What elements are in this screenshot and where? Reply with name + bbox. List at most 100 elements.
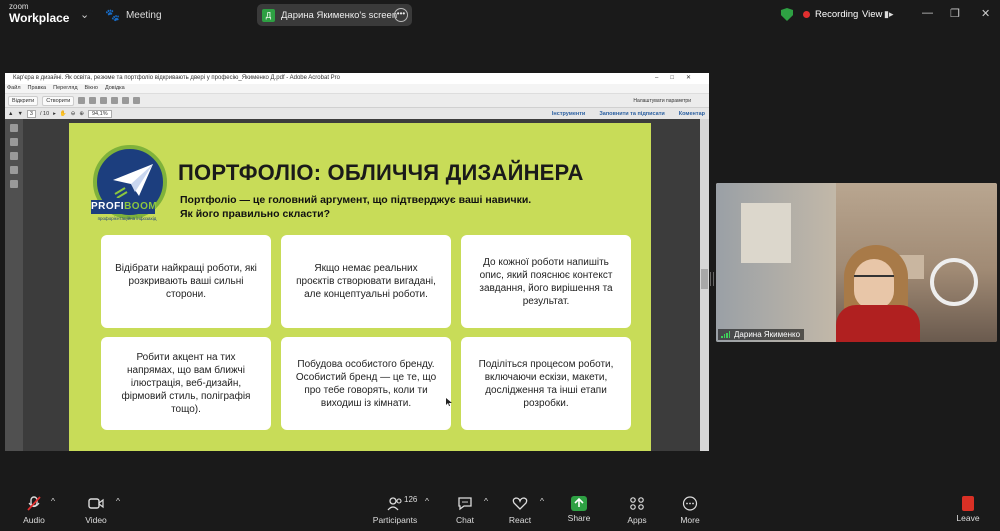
paw-icon: 🐾 [105,8,120,22]
menu-file[interactable]: Файл [7,84,21,93]
view-layout-icon[interactable]: ▮▸ [884,9,893,20]
tip-card: Робити акцент на тих напрямах, що вам бл… [101,337,271,430]
acrobat-left-panel [5,119,23,451]
camera-icon [88,498,104,509]
leave-door-icon [962,496,974,511]
tab-fill-sign[interactable]: Заповнити та підписати [599,111,664,117]
audio-button[interactable]: Audio [20,496,48,525]
pages-icon[interactable] [10,124,18,132]
participant-name: Дарина Якименко [734,330,801,339]
bookmarks-icon[interactable] [10,138,18,146]
menu-view[interactable]: Перегляд [53,84,77,93]
video-button[interactable]: Video [82,496,110,525]
prev-page-icon[interactable]: ▲ [8,111,13,117]
screen-share-pill[interactable]: Д Дарина Якименко's screen ••• [257,4,412,26]
meeting-info-button[interactable]: 🐾 Meeting [105,8,162,22]
participants-count: 126 [404,495,418,504]
participants-options-chevron-icon[interactable]: ^ [425,496,429,506]
menu-help[interactable]: Довідка [105,84,125,93]
save-icon[interactable] [78,97,86,104]
email-icon[interactable] [100,97,108,104]
acrobat-title: Кар'єра в дизайні. Як освіта, резюме та … [13,75,340,81]
slide-subheading: Портфоліо — це головний аргумент, що під… [180,194,532,220]
restore-icon[interactable]: ❐ [950,7,960,20]
close-icon[interactable]: ✕ [981,7,990,20]
share-screen-icon [571,496,587,511]
page-number-input[interactable]: 3 [26,109,36,118]
slide-heading: ПОРТФОЛІО: ОБЛИЧЧЯ ДИЗАЙНЕРА [178,160,584,185]
chat-icon [458,497,472,511]
print-icon[interactable] [89,97,97,104]
zoom-input[interactable]: 94,1% [88,109,112,118]
participant-name-tag: Дарина Якименко [718,329,805,340]
audio-options-chevron-icon[interactable]: ^ [51,496,55,506]
create-button[interactable]: Створити [42,95,75,106]
scrollbar-thumb[interactable] [701,269,708,289]
sharer-avatar: Д [262,8,275,22]
next-page-icon[interactable]: ▼ [17,111,22,117]
tab-comment[interactable]: Коментар [679,111,705,117]
acrobat-nav-toolbar: ▲ ▼ 3 / 10 ▸ ✋ ⊖ ⊕ 94,1% Інструменти Зап… [5,107,709,119]
audio-level-icon [721,331,730,338]
chat-button[interactable]: Chat [452,496,478,525]
meeting-label: Meeting [125,9,162,21]
brand-subtitle: профорієнтаційна інфозахід [97,216,157,221]
select-tool-icon[interactable]: ▸ [53,111,56,117]
customize-dropdown[interactable]: Налаштувати параметри [633,98,691,104]
heart-icon [512,497,528,510]
open-button[interactable]: Відкрити [8,95,39,106]
acrobat-title-bar: Кар'єра в дизайні. Як освіта, резюме та … [5,73,709,84]
tip-card: Відібрати найкращі роботи, які розкриваю… [101,235,271,328]
meeting-controls: Audio ^ Video ^ Participants 126 ^ Chat … [0,492,1000,531]
sign-icon[interactable] [133,97,141,104]
attachments-icon[interactable] [10,152,18,160]
recording-label: Recording [815,9,859,20]
chat-options-chevron-icon[interactable]: ^ [484,496,488,506]
hand-tool-icon[interactable]: ✋ [60,111,67,117]
view-button[interactable]: View [862,9,882,20]
menu-edit[interactable]: Правка [28,84,47,93]
tip-card: Поділіться процесом роботи, включаючи ес… [461,337,631,430]
mic-muted-icon [27,496,41,511]
vertical-scrollbar[interactable] [700,119,709,451]
react-button[interactable]: React [506,496,534,525]
chevron-down-icon[interactable]: ⌄ [80,8,89,21]
tip-card: До кожної роботи напишіть опис, який поя… [461,235,631,328]
recording-indicator[interactable]: Recording [803,9,858,20]
video-options-chevron-icon[interactable]: ^ [116,496,120,506]
zoom-out-icon[interactable]: ⊖ [71,111,76,117]
tip-card: Побудова особистого бренду. Особистий бр… [281,337,451,430]
pdf-slide: PROFIBOOM профорієнтаційна інфозахід ПОР… [69,123,651,451]
screen-share-label: Дарина Якименко's screen [281,9,398,21]
paper-plane-icon [113,164,153,198]
minimize-icon[interactable]: — [922,7,933,19]
tip-card: Якщо немає реальних проєктів створювати … [281,235,451,328]
more-icon [682,496,698,511]
comment-icon[interactable] [122,97,130,104]
page-total: / 10 [39,110,50,117]
participants-icon [387,497,402,511]
meeting-top-bar: zoom Workplace ⌄ 🐾 Meeting Д Дарина Яким… [0,0,1000,30]
security-shield-icon[interactable] [781,8,793,21]
acrobat-menu-bar: Файл Правка Перегляд Вікно Довідка [5,84,709,93]
ring-light [930,258,978,306]
more-options-icon[interactable]: ••• [394,8,408,22]
signatures-icon[interactable] [10,180,18,188]
menu-window[interactable]: Вікно [85,84,98,93]
apps-button[interactable]: Apps [624,496,650,525]
panel-resize-handle[interactable] [710,272,714,286]
zoom-logo: zoom Workplace [9,2,70,25]
brand-name: PROFIBOOM [91,200,158,214]
leave-button[interactable]: Leave [955,496,981,523]
recording-dot-icon [803,11,810,18]
tab-tools[interactable]: Інструменти [552,111,585,117]
zoom-in-icon[interactable]: ⊕ [79,111,84,117]
gear-icon[interactable] [111,97,119,104]
participant-video-tile[interactable]: Дарина Якименко [716,183,997,342]
acrobat-window-controls[interactable]: –□✕ [655,73,703,84]
share-button[interactable]: Share [565,496,593,523]
acrobat-toolbar: Відкрити Створити Налаштувати параметри [5,93,709,107]
layers-icon[interactable] [10,166,18,174]
more-button[interactable]: More [677,496,703,525]
react-options-chevron-icon[interactable]: ^ [540,496,544,506]
